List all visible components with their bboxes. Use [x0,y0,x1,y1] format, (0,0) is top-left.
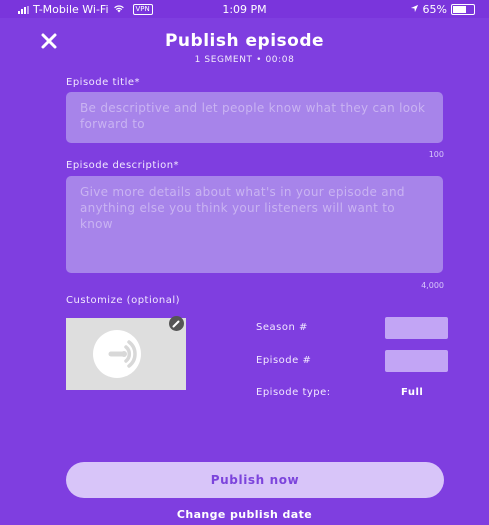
episode-title-label: Episode title* [66,77,141,88]
status-right: 65% [410,3,475,16]
episode-type-label: Episode type: [256,387,331,398]
edit-artwork-button[interactable] [169,316,184,331]
episode-description-label: Episode description* [66,160,180,171]
pencil-edit-icon [172,320,180,328]
podcast-broadcast-icon [93,330,141,378]
change-publish-date-link[interactable]: Change publish date [0,508,489,521]
publish-episode-screen: T-Mobile Wi-Fi VPN 1:09 PM 65% Publish e… [0,0,489,525]
episode-title-counter: 100 [428,150,444,159]
episode-type-selector[interactable]: Full [401,387,423,398]
episode-description-counter: 4,000 [421,281,444,290]
publish-now-button[interactable]: Publish now [66,462,444,498]
status-bar: T-Mobile Wi-Fi VPN 1:09 PM 65% [0,0,489,18]
season-input[interactable] [385,317,448,339]
episode-number-input[interactable] [385,350,448,372]
season-label: Season # [256,322,308,333]
episode-description-input[interactable] [66,176,443,273]
episode-title-input[interactable] [66,92,443,143]
segment-summary: 1 SEGMENT • 00:08 [194,55,295,65]
location-arrow-icon [410,3,419,16]
page-title: Publish episode [164,31,325,51]
episode-number-label: Episode # [256,355,312,366]
customize-label: Customize (optional) [66,295,180,306]
episode-artwork[interactable] [66,318,186,390]
battery-icon [451,4,475,15]
battery-percent: 65% [422,3,447,16]
